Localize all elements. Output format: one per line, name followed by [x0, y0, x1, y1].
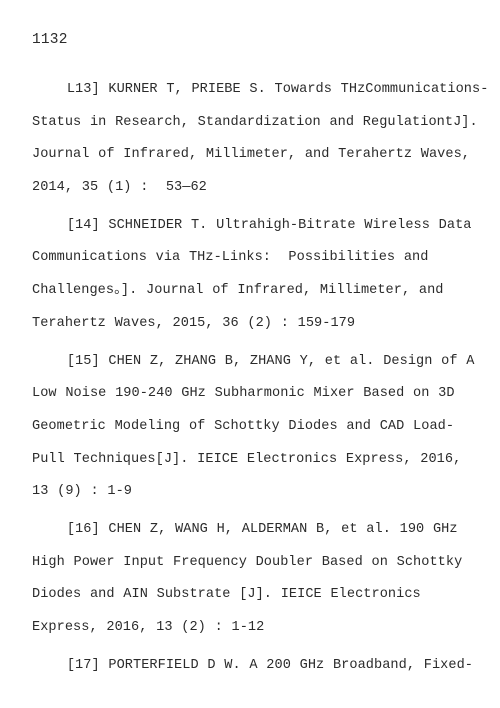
reference-line: Express, 2016, 13 (2) : 1-12	[32, 620, 265, 635]
reference-line: [14] SCHNEIDER T. Ultrahigh-Bitrate Wire…	[32, 217, 472, 233]
reference-line: Geometric Modeling of Schottky Diodes an…	[32, 418, 455, 434]
reference-entry: [16] CHEN Z, WANG H, ALDERMAN B, et al. …	[32, 514, 472, 644]
reference-line: 2014, 35 (1) : 53—62	[32, 179, 207, 195]
reference-entry: [14] SCHNEIDER T. Ultrahigh-Bitrate Wire…	[32, 210, 472, 340]
reference-line: [16] CHEN Z, WANG H, ALDERMAN B, et al. …	[32, 522, 458, 538]
reference-line: 13 (9) : 1-9	[32, 484, 132, 500]
reference-line: [17] PORTERFIELD D W. A 200 GHz Broadban…	[32, 658, 474, 674]
reference-entry: L13] KURNER T, PRIEBE S. Towards THzComm…	[32, 74, 489, 204]
reference-line: High Power Input Frequency Doubler Based…	[32, 554, 463, 570]
reference-line: Diodes and AIN Substrate [J]. IEICE Elec…	[32, 587, 421, 603]
reference-line: [15] CHEN Z, ZHANG B, ZHANG Y, et al. De…	[32, 353, 475, 369]
reference-line: Journal of Infrared, Millimeter, and Ter…	[32, 147, 471, 163]
reference-line: L13] KURNER T, PRIEBE S. Towards THzComm…	[32, 82, 489, 97]
reference-entry: [17] PORTERFIELD D W. A 200 GHz Broadban…	[32, 650, 474, 683]
reference-line: Terahertz Waves, 2015, 36 (2) : 159-179	[32, 315, 356, 331]
reference-line: Low Noise 190-240 GHz Subharmonic Mixer …	[32, 386, 455, 402]
reference-line: Pull Techniques[J]. IEICE Electronics Ex…	[32, 451, 462, 467]
document-page: 1132 L13] KURNER T, PRIEBE S. Towards TH…	[0, 0, 500, 708]
reference-line: Challenges。]. Journal of Infrared, Milli…	[32, 283, 444, 299]
reference-list: L13] KURNER T, PRIEBE S. Towards THzComm…	[32, 74, 489, 688]
reference-line: Communications via THz-Links: Possibilit…	[32, 250, 429, 266]
reference-line: Status in Research, Standardization and …	[32, 114, 478, 130]
page-number: 1132	[32, 32, 68, 48]
reference-entry: [15] CHEN Z, ZHANG B, ZHANG Y, et al. De…	[32, 346, 475, 509]
